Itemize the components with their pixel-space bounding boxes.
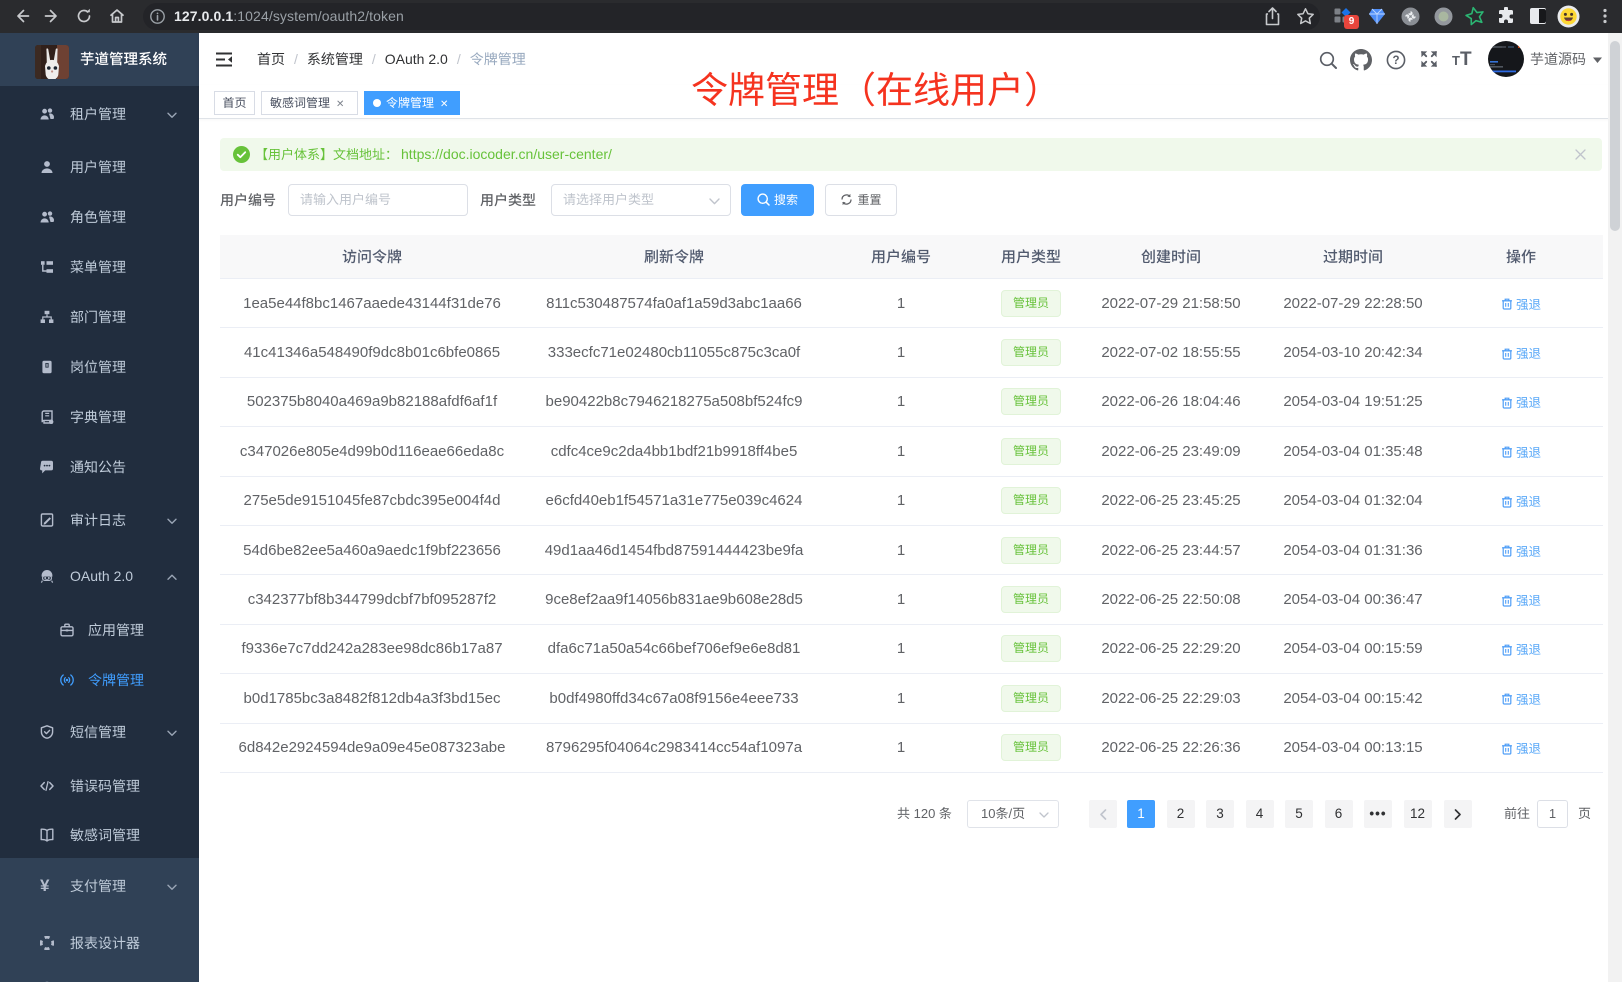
svg-text:?: ? [1392,55,1399,67]
